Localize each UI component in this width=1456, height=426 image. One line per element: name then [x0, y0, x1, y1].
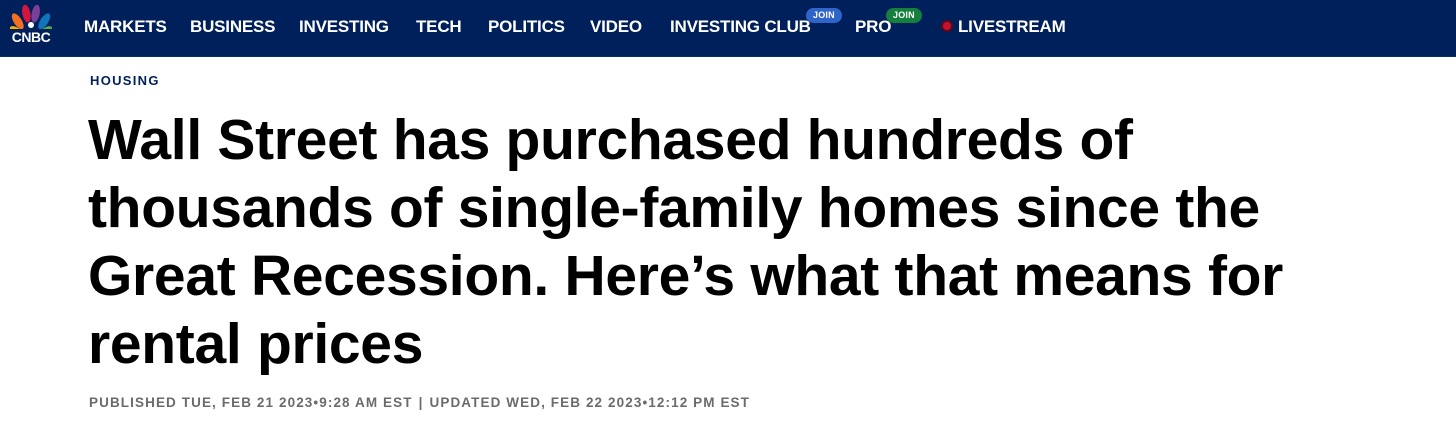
- nav-item-politics[interactable]: POLITICS: [488, 17, 565, 37]
- article-headline: Wall Street has purchased hundreds of th…: [88, 108, 1284, 376]
- logo-wordmark: CNBC: [11, 29, 51, 45]
- section-kicker-housing[interactable]: HOUSING: [90, 73, 160, 88]
- nav-item-business[interactable]: BUSINESS: [190, 17, 276, 37]
- nav-item-livestream[interactable]: LIVESTREAM: [958, 17, 1066, 37]
- nav-item-markets[interactable]: MARKETS: [84, 17, 167, 37]
- investing-club-join-badge[interactable]: JOIN: [806, 8, 842, 23]
- nav-item-tech[interactable]: TECH: [416, 17, 462, 37]
- article-timestamps: PUBLISHED TUE, FEB 21 2023•9:28 AM EST | U…: [89, 395, 750, 410]
- nav-item-pro[interactable]: PRO: [855, 17, 891, 37]
- live-dot-icon: [943, 22, 951, 30]
- pro-join-badge[interactable]: JOIN: [886, 8, 922, 23]
- updated-time: UPDATED WED, FEB 22 2023•12:12 PM EST: [429, 395, 751, 410]
- nav-item-investing-club[interactable]: INVESTING CLUB: [670, 17, 811, 37]
- cnbc-logo[interactable]: CNBC: [4, 3, 58, 53]
- nav-item-investing[interactable]: INVESTING: [299, 17, 389, 37]
- timestamp-separator: |: [418, 395, 424, 410]
- peacock-icon: [10, 4, 52, 29]
- nav-item-video[interactable]: VIDEO: [590, 17, 642, 37]
- published-time: PUBLISHED TUE, FEB 21 2023•9:28 AM EST: [89, 395, 413, 410]
- top-navigation-bar: CNBC MARKETS BUSINESS INVESTING TECH POL…: [0, 0, 1456, 57]
